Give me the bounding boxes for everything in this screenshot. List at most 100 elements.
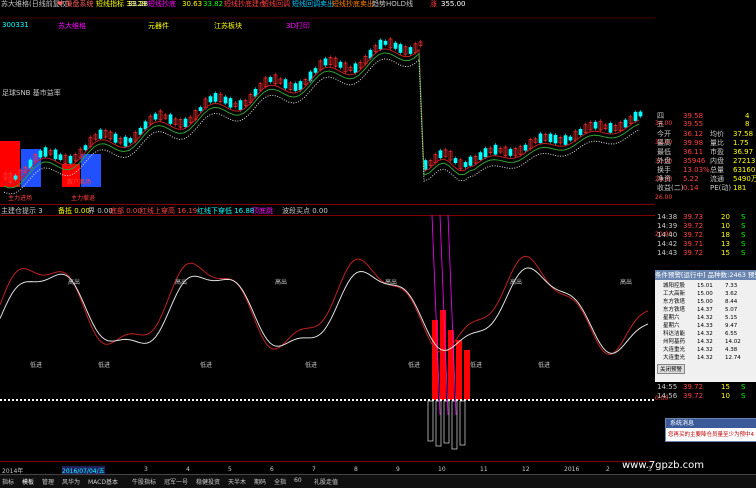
stat-value: 181 (733, 184, 747, 192)
cond-stock: 科达洁能 (663, 331, 686, 337)
tab-4[interactable]: MACD基本 (88, 477, 118, 486)
title-bar: 苏大维格(日线前复权) ♥ 操盘系统 短线指标 33.28 33.28 短线抄底… (0, 0, 756, 9)
stat-value: 36.97 (733, 148, 754, 156)
stock-name-label: 苏大维格 (58, 22, 86, 30)
tick-row: 14:39 39.72 10 S (655, 222, 756, 231)
cond-time: 15.00 (697, 299, 713, 305)
cond-value: 12.74 (725, 355, 741, 361)
date-axis: 2014年 2016/07/04/五 3 4 5 6 7 8 9 10 11 12 2016 2 3 (0, 465, 655, 475)
condition-row[interactable]: 城阳控股 15.01 7.33 (657, 282, 754, 290)
indicator-bar (456, 340, 462, 400)
tab-9[interactable]: 期码 (254, 477, 266, 486)
stat-value: 27213 (733, 157, 756, 165)
title-item: 33.82 (203, 0, 224, 8)
tab-0[interactable]: 指标 (2, 477, 14, 486)
tick-row: 14:40 39.72 18 S (655, 231, 756, 240)
stat-label: 收益(二) (657, 184, 684, 192)
tick-vol: 15 (721, 383, 730, 391)
cond-value: 4.38 (725, 347, 738, 353)
condition-row[interactable]: 星期六 14.32 5.15 (657, 314, 754, 322)
date-tick: 6 (270, 466, 274, 473)
tick-price: 39.72 (683, 249, 704, 257)
tick-flag: S (741, 231, 746, 239)
tick-price: 39.72 (683, 392, 704, 400)
tick-flag: S (741, 222, 746, 230)
tab-8[interactable]: 天半木 (228, 477, 246, 486)
tick-flag: S (741, 213, 746, 221)
cond-stock: 州阿基药 (663, 339, 686, 345)
date-tick: 8 (354, 466, 358, 473)
tick-flag: S (741, 383, 746, 391)
tab-7[interactable]: 稳健投资 (196, 477, 220, 486)
indicator-tab-bar[interactable]: 指标 模板 管理 风华为 MACD基本 牛股指标 冠军一号 稳健投资 天半木 期码 全指 60 礼股走值 (0, 474, 756, 488)
tab-10[interactable]: 全指 (274, 477, 286, 486)
condition-row[interactable]: 大连重光 14.32 4.38 (657, 346, 754, 354)
title-item: 短线抄底 (148, 0, 176, 8)
stat-value: 13.03% (683, 166, 710, 174)
tick-price: 39.72 (683, 222, 704, 230)
title-item: 短线抄底建仓 (224, 0, 266, 8)
stat-label: 均价 (710, 130, 724, 138)
tick-vol: 10 (721, 222, 730, 230)
close-alert-button[interactable]: 关闭预警 (657, 364, 686, 374)
quote-stat-row: 净资 5.22 流通 5490万 (655, 175, 756, 184)
cond-stock: 城阳控股 (663, 283, 686, 289)
tab-1[interactable]: 模板 (22, 477, 34, 486)
tick-time: 14:38 (657, 213, 678, 221)
quote-stat-row: 外盘 35946 内盘 27213 (655, 157, 756, 166)
tick-flag: S (741, 392, 746, 400)
cond-time: 14.32 (697, 355, 713, 361)
stat-label: 流通 (710, 175, 724, 183)
cond-value: 5.15 (725, 315, 738, 321)
tab-3[interactable]: 风华为 (62, 477, 80, 486)
system-message-popup[interactable]: 系统消息 您再买的主要降仓员量至少为预中4 (665, 418, 756, 442)
cond-value: 7.33 (725, 283, 738, 289)
indicator-header: 主建仓提示 3 备抵 0.00 界 0.00 底部 0.00 红线上穿高 16.… (0, 205, 655, 215)
cond-stock: 星期六 (663, 315, 680, 321)
buy-signal-label: 低进 (98, 362, 111, 369)
stat-label: 最低 (657, 148, 671, 156)
cond-value: 3.62 (725, 291, 738, 297)
cond-value: 5.07 (725, 307, 738, 313)
sell-signal-label: 高出 (510, 279, 523, 286)
stat-label: 今开 (657, 130, 671, 138)
cond-time: 14.32 (697, 339, 713, 345)
tick-list: 14:55 39.72 15 S 14:56 39.72 10 S (655, 383, 756, 413)
condition-row[interactable]: 工大高新 15.00 3.62 (657, 290, 754, 298)
cond-stock: 星期六 (663, 323, 680, 329)
tab-12[interactable]: 礼股走值 (314, 477, 338, 486)
date-tick: 12 (522, 466, 530, 473)
condition-row[interactable]: 大连重光 14.32 12.74 (657, 354, 754, 362)
tick-time: 14:56 (657, 392, 678, 400)
buy-signal-label: 低进 (200, 362, 213, 369)
condition-row[interactable]: 东方铁塔 15.00 8.44 (657, 298, 754, 306)
date-tick: 9 (396, 466, 400, 473)
tab-6[interactable]: 冠军一号 (164, 477, 188, 486)
condition-row[interactable]: 东方铁塔 14.37 5.07 (657, 306, 754, 314)
condition-row[interactable]: 州阿基药 14.32 14.02 (657, 338, 754, 346)
condition-row[interactable]: 星期六 14.33 9.47 (657, 322, 754, 330)
indicator-bar (432, 320, 438, 400)
stat-label: 外盘 (657, 157, 671, 165)
cond-value: 6.55 (725, 331, 738, 337)
stat-label: 最高 (657, 139, 671, 147)
date-tick: 10 (438, 466, 446, 473)
tick-time: 14:42 (657, 240, 678, 248)
tab-2[interactable]: 管理 (42, 477, 54, 486)
cond-value: 14.02 (725, 339, 741, 345)
tab-11[interactable]: 60 (294, 477, 302, 484)
stat-label: PE(动) (710, 184, 732, 192)
title-item: 短线回调卖出 (292, 0, 334, 8)
stat-value: 35946 (683, 157, 706, 165)
volume-block (0, 141, 20, 187)
kline-chart[interactable]: 300331 苏大维格 元器件 江苏板块 3D打印 足球SNB 基市益率 主力进… (0, 9, 672, 205)
condition-row[interactable]: 科达洁能 14.32 6.55 (657, 330, 754, 338)
tick-vol: 20 (721, 213, 730, 221)
condition-alert-panel[interactable]: 条件预警[运行中] 品种数:2463 预警 城阳控股 15.01 7.33 工大高新 1… (655, 270, 756, 382)
indicator-chart[interactable]: 高出 高出 高出 高出 高出 高出 低进 低进 低进 低进 低进 低进 低进 20.00 0.00 (0, 214, 672, 462)
tick-price: 39.72 (683, 231, 704, 239)
condition-panel-title[interactable]: 条件预警[运行中] 品种数:2463 预警 (655, 270, 756, 280)
tab-5[interactable]: 牛股指标 (132, 477, 156, 486)
date-tick: 4 (186, 466, 190, 473)
buy-signal-label: 低进 (538, 362, 551, 369)
